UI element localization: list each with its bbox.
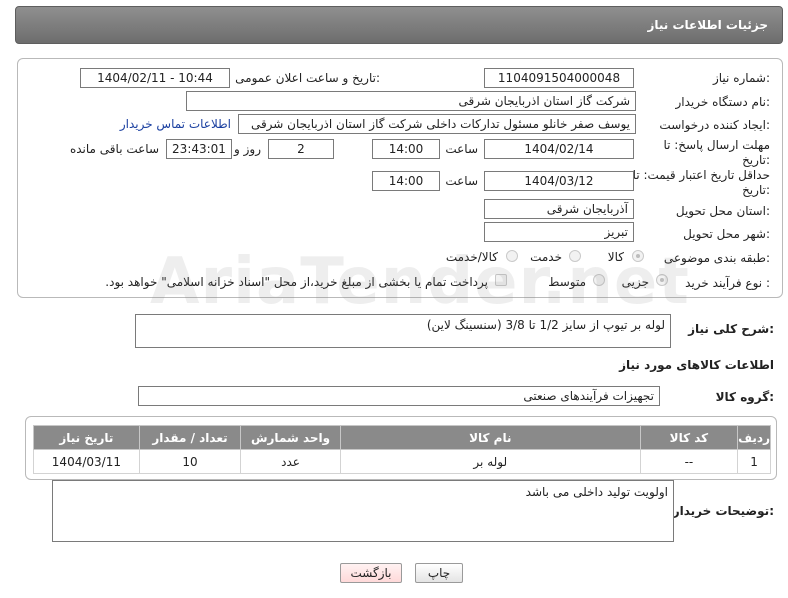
buyer-notes-label: توضیحات خریدار: [672,504,774,518]
watermark-logo: AriaTender.net [150,245,690,319]
cell-row-number: 1 [737,449,771,474]
cell-unit: عدد [240,449,341,474]
column-header-row-number: ردیف [737,425,771,450]
reply-date-field: 1404/02/14 [484,139,634,159]
province-field: آذربایجان شرقی [484,199,634,219]
goods-group-field: تجهیزات فرآیندهای صنعتی [138,386,660,406]
reply-time-field: 14:00 [372,139,440,159]
requester-label: ایجاد کننده درخواست: [659,118,770,132]
page-header: جزئیات اطلاعات نیاز [15,6,783,44]
price-validity-label: حداقل تاریخ اعتبار قیمت: تا تاریخ: [632,168,770,197]
need-number-field: 1104091504000048 [484,68,634,88]
days-label: روز و [234,142,261,156]
description-textarea[interactable]: لوله بر تیوپ از سایز 1/2 تا 3/8 (سنسینگ … [135,314,671,348]
column-header-name: نام کالا [339,425,641,450]
requester-field: یوسف صفر خانلو مسئول تدارکات داخلی شرکت … [238,114,636,134]
column-header-code: کد کالا [639,425,739,450]
column-header-need-date: تاریخ نیاز [33,425,140,450]
buyer-notes-textarea[interactable]: اولویت تولید داخلی می باشد [52,480,674,542]
need-number-label: شماره نیاز: [712,71,770,85]
goods-section-title: اطلاعات کالاهای مورد نیاز [619,358,774,372]
page-title: جزئیات اطلاعات نیاز [647,18,768,32]
announce-label: تاریخ و ساعت اعلان عمومی: [235,71,380,85]
goods-group-label: گروه کالا: [715,390,774,404]
cell-code: -- [639,449,739,474]
column-header-quantity: تعداد / مقدار [138,425,242,450]
column-header-unit: واحد شمارش [240,425,341,450]
validity-time-field: 14:00 [372,171,440,191]
city-field: تبریز [484,222,634,242]
back-button[interactable]: بازگشت [340,563,402,583]
cell-quantity: 10 [138,449,242,474]
reply-time-label: ساعت [445,142,478,156]
reply-deadline-label: مهلت ارسال پاسخ: تا تاریخ: [663,138,770,167]
announce-field: 1404/02/11 - 10:44 [80,68,230,88]
cell-name: لوله بر [339,449,641,474]
cell-need-date: 1404/03/11 [33,449,140,474]
validity-date-field: 1404/03/12 [484,171,634,191]
description-label: شرح کلی نیاز: [688,322,774,336]
city-label: شهر محل تحویل: [683,227,770,241]
table-row[interactable]: 1 -- لوله بر عدد 10 1404/03/11 [33,449,771,474]
remaining-time-field: 23:43:01 [166,139,232,159]
days-count-field: 2 [268,139,334,159]
remaining-label: ساعت باقی مانده [69,142,159,156]
buyer-contact-link[interactable]: اطلاعات تماس خریدار [120,117,231,131]
items-table: ردیف کد کالا نام کالا واحد شمارش تعداد /… [33,425,771,474]
province-label: استان محل تحویل: [675,204,770,218]
print-button[interactable]: چاپ [415,563,463,583]
process-label: نوع فرآیند خرید : [685,276,770,290]
validity-time-label: ساعت [445,174,478,188]
buyer-org-label: نام دستگاه خریدار: [675,95,771,109]
buyer-org-field: شرکت گاز استان اذربایجان شرقی [186,91,636,111]
